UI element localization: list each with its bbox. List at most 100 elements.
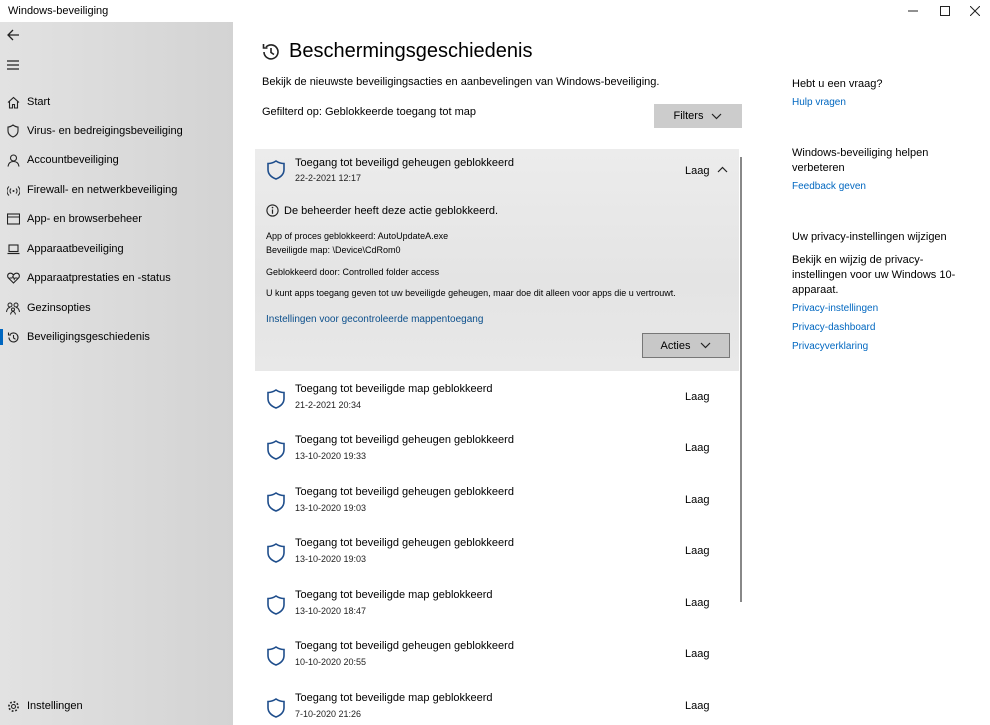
item-date: 13-10-2020 19:03 bbox=[295, 503, 367, 513]
sidebar-item-label: Apparaatprestaties en -status bbox=[27, 272, 171, 284]
back-button[interactable] bbox=[6, 28, 28, 46]
close-button[interactable] bbox=[958, 0, 990, 22]
shield-icon bbox=[267, 492, 285, 512]
shield-icon bbox=[267, 698, 285, 718]
main-content: Beschermingsgeschiedenis Bekijk de nieuw… bbox=[233, 22, 990, 725]
severity-level: Laag bbox=[685, 648, 710, 660]
person-icon bbox=[6, 153, 20, 167]
heart-icon bbox=[6, 271, 20, 285]
filters-button-label: Filters bbox=[673, 110, 704, 122]
item-title: Toegang tot beveiligd geheugen geblokkee… bbox=[295, 486, 514, 498]
laptop-icon bbox=[6, 242, 20, 256]
history-icon bbox=[6, 330, 20, 344]
admin-notice-text: De beheerder heeft deze actie geblokkeer… bbox=[284, 204, 499, 217]
page-subtitle: Bekijk de nieuwste beveiligingsacties en… bbox=[262, 76, 660, 88]
sidebar-item-device-performance[interactable]: Apparaatprestaties en -status bbox=[0, 264, 233, 292]
minimize-button[interactable] bbox=[896, 0, 930, 22]
page-title-text: Beschermingsgeschiedenis bbox=[289, 40, 533, 62]
sidebar-item-app-browser[interactable]: App- en browserbeheer bbox=[0, 205, 233, 233]
sidebar-item-label: Start bbox=[27, 96, 51, 108]
sidebar-item-label: App- en browserbeheer bbox=[27, 213, 142, 225]
history-icon bbox=[262, 43, 279, 60]
maximize-icon bbox=[940, 6, 950, 16]
severity-level: Laag bbox=[685, 545, 710, 557]
sidebar-item-label: Firewall- en netwerkbeveiliging bbox=[27, 184, 178, 196]
sidebar-item-label: Beveiligingsgeschiedenis bbox=[27, 331, 150, 343]
shield-icon bbox=[267, 543, 285, 563]
history-item[interactable]: Toegang tot beveiligde map geblokkeerd 7… bbox=[255, 687, 739, 725]
privacy-text-line-2: instellingen voor uw Windows 10- bbox=[792, 269, 956, 281]
severity-level: Laag bbox=[685, 494, 710, 506]
wifi-icon bbox=[6, 183, 20, 197]
shield-icon bbox=[6, 124, 20, 138]
item-title: Toegang tot beveiligd geheugen geblokkee… bbox=[295, 537, 514, 549]
admin-notice: De beheerder heeft deze actie geblokkeer… bbox=[266, 204, 498, 217]
controlled-folder-settings-link[interactable]: Instellingen voor gecontroleerde mappent… bbox=[266, 314, 483, 325]
history-item-expanded: Toegang tot beveiligd geheugen geblokkee… bbox=[255, 149, 739, 371]
severity-level: Laag bbox=[685, 442, 710, 454]
family-icon bbox=[6, 301, 20, 315]
settings-label: Instellingen bbox=[27, 700, 83, 712]
filters-button[interactable]: Filters bbox=[654, 104, 742, 128]
sidebar-item-settings[interactable]: Instellingen bbox=[0, 694, 233, 718]
sidebar-item-start[interactable]: Start bbox=[0, 88, 233, 116]
shield-icon bbox=[267, 160, 285, 180]
history-list: Toegang tot beveiligd geheugen geblokkee… bbox=[255, 149, 743, 725]
back-arrow-icon bbox=[7, 29, 19, 41]
history-item[interactable]: Toegang tot beveiligd geheugen geblokkee… bbox=[255, 429, 739, 479]
history-item[interactable]: Toegang tot beveiligd geheugen geblokkee… bbox=[255, 635, 739, 685]
sidebar-item-label: Accountbeveiliging bbox=[27, 154, 119, 166]
chevron-down-icon bbox=[701, 342, 711, 349]
item-title: Toegang tot beveiligde map geblokkeerd bbox=[295, 383, 493, 395]
list-scrollbar[interactable] bbox=[740, 157, 742, 602]
severity-level: Laag bbox=[685, 165, 710, 177]
item-date: 10-10-2020 20:55 bbox=[295, 657, 367, 667]
privacy-dashboard-link[interactable]: Privacy-dashboard bbox=[792, 322, 875, 333]
sidebar: Start Virus- en bedreigingsbeveiliging A… bbox=[0, 22, 233, 725]
sidebar-item-family[interactable]: Gezinsopties bbox=[0, 294, 233, 322]
item-title: Toegang tot beveiligd geheugen geblokkee… bbox=[295, 434, 514, 446]
filter-description: Gefilterd op: Geblokkeerde toegang tot m… bbox=[262, 106, 477, 118]
chevron-down-icon bbox=[712, 113, 722, 119]
severity-level: Laag bbox=[685, 597, 710, 609]
chevron-up-icon[interactable] bbox=[717, 166, 728, 173]
sidebar-item-label: Virus- en bedreigingsbeveiliging bbox=[27, 125, 183, 137]
privacy-statement-link[interactable]: Privacyverklaring bbox=[792, 341, 868, 352]
hamburger-menu-button[interactable] bbox=[6, 58, 26, 74]
shield-icon bbox=[267, 595, 285, 615]
shield-icon bbox=[267, 440, 285, 460]
title-bar: Windows-beveiliging bbox=[0, 0, 990, 22]
home-icon bbox=[6, 95, 20, 109]
shield-icon bbox=[267, 389, 285, 409]
privacy-text-line-1: Bekijk en wijzig de privacy- bbox=[792, 254, 924, 266]
history-item[interactable]: Toegang tot beveiligde map geblokkeerd 1… bbox=[255, 584, 739, 634]
sidebar-item-label: Apparaatbeveiliging bbox=[27, 243, 124, 255]
info-icon bbox=[266, 204, 279, 217]
gear-icon bbox=[6, 699, 20, 713]
item-date: 13-10-2020 18:47 bbox=[295, 606, 367, 616]
privacy-settings-link[interactable]: Privacy-instellingen bbox=[792, 303, 878, 314]
sidebar-item-label: Gezinsopties bbox=[27, 302, 91, 314]
question-heading: Hebt u een vraag? bbox=[792, 78, 883, 90]
sidebar-item-device-security[interactable]: Apparaatbeveiliging bbox=[0, 235, 233, 263]
item-title: Toegang tot beveiligde map geblokkeerd bbox=[295, 589, 493, 601]
sidebar-item-firewall[interactable]: Firewall- en netwerkbeveiliging bbox=[0, 176, 233, 204]
acties-button-label: Acties bbox=[660, 339, 691, 352]
improve-heading-line-2: verbeteren bbox=[792, 162, 845, 174]
history-item[interactable]: Toegang tot beveiligde map geblokkeerd 2… bbox=[255, 378, 739, 428]
feedback-link[interactable]: Feedback geven bbox=[792, 181, 866, 192]
history-item[interactable]: Toegang tot beveiligd geheugen geblokkee… bbox=[255, 481, 739, 531]
close-icon bbox=[970, 6, 980, 16]
maximize-button[interactable] bbox=[928, 0, 962, 22]
history-item[interactable]: Toegang tot beveiligd geheugen geblokkee… bbox=[255, 532, 739, 582]
protected-folder-line: Beveiligde map: \Device\CdRom0 bbox=[266, 245, 401, 255]
help-link[interactable]: Hulp vragen bbox=[792, 97, 846, 108]
acties-button[interactable]: Acties bbox=[642, 333, 730, 358]
improve-heading-line-1: Windows-beveiliging helpen bbox=[792, 147, 929, 159]
sidebar-item-account[interactable]: Accountbeveiliging bbox=[0, 146, 233, 174]
item-date: 13-10-2020 19:33 bbox=[295, 451, 367, 461]
severity-level: Laag bbox=[685, 700, 710, 712]
sidebar-item-history[interactable]: Beveiligingsgeschiedenis bbox=[0, 323, 233, 351]
sidebar-item-virus[interactable]: Virus- en bedreigingsbeveiliging bbox=[0, 117, 233, 145]
item-date: 7-10-2020 21:26 bbox=[295, 709, 362, 719]
